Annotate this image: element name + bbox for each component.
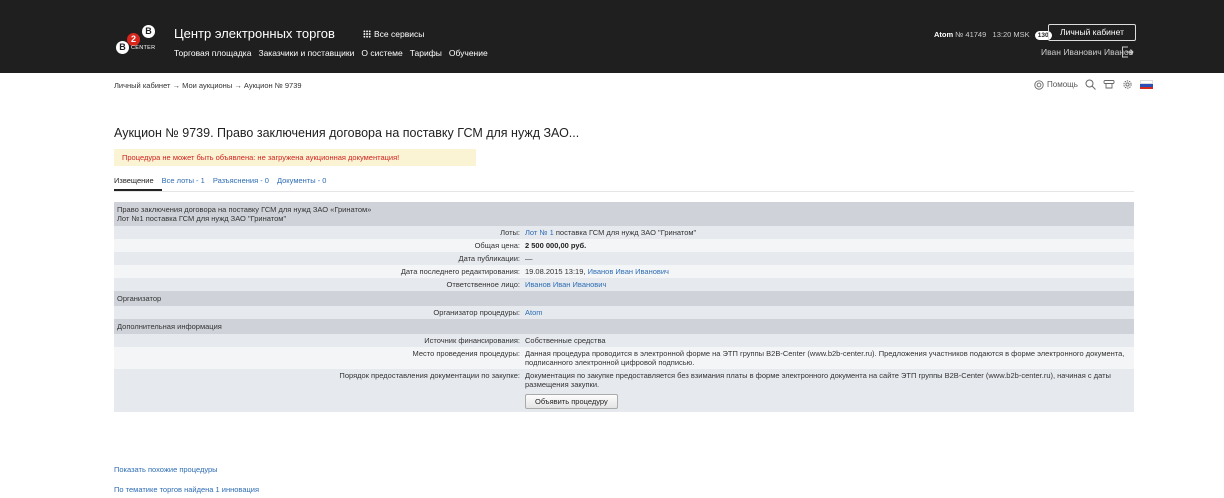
table-row: Дата публикации: — [114,252,1134,265]
logo-center-text: CENTER [131,45,156,51]
personal-cabinet-button[interactable]: Личный кабинет [1048,24,1136,41]
nav-tariffs[interactable]: Тарифы [410,48,442,58]
funding-label: Источник финансирования: [114,334,522,347]
organizer-label: Организатор процедуры: [114,306,522,319]
main-nav: Торговая площадка Заказчики и поставщики… [174,48,488,58]
place-label: Место проведения процедуры: [114,347,522,369]
table-row: Место проведения процедуры: Данная проце… [114,347,1134,369]
help-link[interactable]: Помощь [1034,79,1078,90]
warning-message: Процедура не может быть объявлена: не за… [114,149,476,166]
table-row: Организатор процедуры: Atom [114,306,1134,319]
active-tab-indicator [114,189,162,191]
docs-value: Документация по закупке предоставляется … [522,369,1134,391]
help-label: Помощь [1047,80,1078,89]
table-row: Порядок предоставления документации по з… [114,369,1134,391]
edited-by-link[interactable]: Иванов Иван Иванович [588,267,669,276]
docs-label: Порядок предоставления документации по з… [114,369,522,391]
table-row: Общая цена: 2 500 000,00 руб. [114,239,1134,252]
table-header-row: Право заключения договора на поставку ГС… [114,202,1134,226]
table-row: Источник финансирования: Собственные сре… [114,334,1134,347]
logo-letter-b-top: B [142,25,155,38]
organizer-link[interactable]: Atom [525,308,543,317]
tab-clarifications[interactable]: Разъяснения - 0 [213,176,269,185]
section-organizer: Организатор [114,291,1134,306]
auction-subject-line1: Право заключения договора на поставку ГС… [117,205,372,214]
breadcrumb-current: Аукцион № 9739 [243,81,302,90]
organizer-section-title: Организатор [114,291,1134,306]
responsible-value: Иванов Иван Иванович [522,278,1134,291]
lot-link[interactable]: Лот № 1 [525,228,554,237]
russian-flag-icon[interactable] [1139,80,1153,89]
responsible-link[interactable]: Иванов Иван Иванович [525,280,606,289]
table-row: Дата последнего редактирования: 19.08.20… [114,265,1134,278]
responsible-label: Ответственное лицо: [114,278,522,291]
all-services-label: Все сервисы [374,29,425,39]
auction-subject: Право заключения договора на поставку ГС… [114,202,1134,226]
auction-subject-line2: Лот №1 поставка ГСМ для нужд ЗАО "Гринат… [117,214,287,223]
org-number: № 41749 [955,30,987,39]
search-icon[interactable] [1085,79,1096,90]
gear-icon[interactable] [1122,79,1133,90]
top-header: B 2 B CENTER Центр электронных торгов Вс… [0,0,1224,73]
user-meta: Atom № 41749 13:20 MSK 130 [934,30,1052,40]
place-value: Данная процедура проводится в электронно… [522,347,1134,369]
price-value: 2 500 000,00 руб. [522,239,1134,252]
section-extra-info: Дополнительная информация [114,319,1134,334]
all-services-link[interactable]: Все сервисы [363,29,424,39]
auction-info-table: Право заключения договора на поставку ГС… [114,202,1134,412]
edited-value: 19.08.2015 13:19, Иванов Иван Иванович [522,265,1134,278]
price-label: Общая цена: [114,239,522,252]
server-time: 13:20 MSK [992,30,1030,39]
table-row: Лоты: Лот № 1 поставка ГСМ для нужд ЗАО … [114,226,1134,239]
similar-procedures-link[interactable]: Показать похожие процедуры [114,465,218,474]
funding-value: Собственные средства [522,334,1134,347]
published-value: — [522,252,1134,265]
table-row: Объявить процедуру [114,391,1134,412]
user-name[interactable]: Иван Иванович Иванов [1041,47,1133,57]
nav-about-system[interactable]: О системе [361,48,402,58]
hat-icon[interactable] [1103,79,1115,90]
site-title[interactable]: Центр электронных торгов [174,26,335,41]
breadcrumb-cabinet[interactable]: Личный кабинет [114,81,170,90]
breadcrumb-separator: → [172,81,181,90]
nav-trading-platform[interactable]: Торговая площадка [174,48,251,58]
edited-date: 19.08.2015 13:19, [525,267,586,276]
lots-label: Лоты: [114,226,522,239]
button-spacer [114,391,522,412]
lots-value: Лот № 1 поставка ГСМ для нужд ЗАО "Грина… [522,226,1134,239]
breadcrumb-my-auctions[interactable]: Мои аукционы [182,81,232,90]
grid-icon [363,30,371,38]
edited-label: Дата последнего редактирования: [114,265,522,278]
nav-training[interactable]: Обучение [449,48,488,58]
lifebuoy-icon [1034,79,1044,90]
tabs: Извещение Все лоты - 1 Разъяснения - 0 Д… [114,176,326,185]
tabs-divider [114,191,1134,192]
lot-description: поставка ГСМ для нужд ЗАО "Гринатом" [555,228,697,237]
nav-customers-suppliers[interactable]: Заказчики и поставщики [258,48,354,58]
extra-section-title: Дополнительная информация [114,319,1134,334]
organizer-value: Atom [522,306,1134,319]
page-tools: Помощь [1034,79,1153,90]
button-cell: Объявить процедуру [522,391,1134,412]
b2b-center-logo[interactable]: B 2 B CENTER [113,22,159,56]
breadcrumb-separator: → [234,81,242,90]
innovation-link[interactable]: По тематике торгов найдена 1 инновация [114,485,259,494]
table-row: Ответственное лицо: Иванов Иван Иванович [114,278,1134,291]
tab-all-lots[interactable]: Все лоты - 1 [162,176,205,185]
page-title: Аукцион № 9739. Право заключения договор… [114,126,580,140]
published-label: Дата публикации: [114,252,522,265]
tab-notice[interactable]: Извещение [114,176,154,185]
tab-documents[interactable]: Документы - 0 [277,176,327,185]
breadcrumb: Личный кабинет → Мои аукционы → Аукцион … [114,81,302,90]
org-name[interactable]: Atom [934,30,953,39]
logo-letter-b-bottom: B [116,41,129,54]
announce-procedure-button[interactable]: Объявить процедуру [525,394,618,409]
logout-icon[interactable] [1121,46,1134,58]
